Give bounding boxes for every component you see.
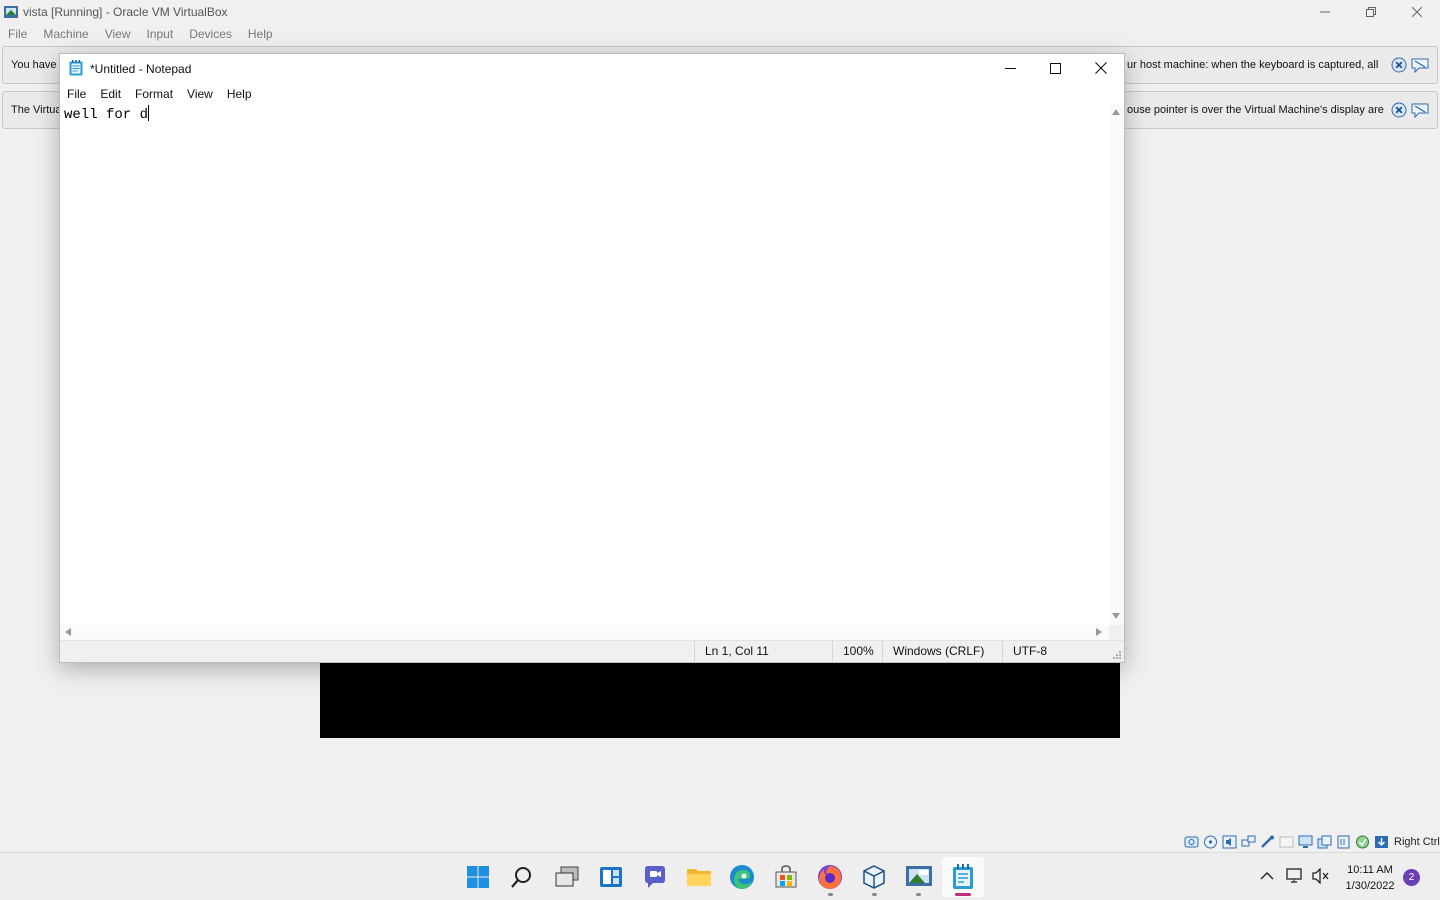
widgets-icon[interactable] <box>597 863 625 891</box>
notice-dont-show-icon[interactable] <box>1411 57 1429 73</box>
scroll-left-arrow-icon[interactable] <box>65 628 71 636</box>
notepad-menubar: File Edit Format View Help <box>60 84 259 104</box>
notepad-window-title: *Untitled - Notepad <box>90 62 192 76</box>
cpu-icon[interactable] <box>1336 835 1351 849</box>
volume-muted-icon[interactable] <box>1312 868 1330 884</box>
recording-icon[interactable] <box>1317 835 1332 849</box>
notepad-titlebar[interactable]: *Untitled - Notepad <box>60 54 1124 84</box>
restore-icon <box>1366 7 1376 17</box>
vbox-menu-file[interactable]: File <box>0 27 35 41</box>
display-icon[interactable] <box>1298 835 1313 849</box>
vbox-menu-view[interactable]: View <box>97 27 139 41</box>
running-indicator <box>828 893 833 896</box>
notepad-menu-help[interactable]: Help <box>220 87 259 101</box>
notice-dont-show-icon[interactable] <box>1411 102 1429 118</box>
keyboard-icon[interactable] <box>1374 835 1389 849</box>
clock-time: 10:11 AM <box>1347 864 1393 876</box>
running-indicator <box>916 893 921 896</box>
minimize-icon <box>1320 11 1330 13</box>
file-explorer-icon[interactable] <box>685 863 713 891</box>
notepad-text-content: well for d <box>64 107 149 123</box>
notice-close-icon[interactable] <box>1391 102 1407 118</box>
shared-folder-icon[interactable] <box>1279 835 1294 849</box>
scroll-right-arrow-icon[interactable] <box>1096 628 1102 636</box>
close-icon <box>1095 62 1107 74</box>
resize-grip-icon[interactable] <box>1112 650 1122 660</box>
vbox-restore-button[interactable] <box>1348 0 1394 24</box>
notice-text-right: ur host machine: when the keyboard is ca… <box>1127 59 1379 71</box>
notepad-maximize-button[interactable] <box>1032 54 1078 82</box>
status-line-ending: Windows (CRLF) <box>882 641 1004 662</box>
scroll-up-arrow-icon[interactable] <box>1112 109 1120 115</box>
close-icon <box>1412 7 1422 17</box>
vbox-app-icon <box>4 6 18 18</box>
notepad-menu-format[interactable]: Format <box>128 87 180 101</box>
notepad-minimize-button[interactable] <box>987 54 1033 82</box>
notepad-statusbar: Ln 1, Col 11 100% Windows (CRLF) UTF-8 <box>60 640 1124 662</box>
notepad-menu-edit[interactable]: Edit <box>93 87 128 101</box>
search-icon[interactable] <box>508 863 536 891</box>
vbox-statusbar: Right Ctrl <box>1184 834 1440 850</box>
optical-drive-icon[interactable] <box>1203 835 1218 849</box>
maximize-icon <box>1049 62 1061 74</box>
notepad-icon <box>69 60 83 76</box>
active-indicator <box>955 893 971 896</box>
virtualbox-icon[interactable] <box>860 863 888 891</box>
notice-close-icon[interactable] <box>1391 57 1407 73</box>
host-key-label[interactable]: Right Ctrl <box>1394 836 1440 848</box>
usb-icon[interactable] <box>1260 835 1275 849</box>
taskbar: 10:11 AM 1/30/2022 2 <box>0 852 1440 900</box>
notice-text-left: You have t <box>11 59 63 71</box>
edge-icon[interactable] <box>728 863 756 891</box>
vista-vm-icon[interactable] <box>905 863 933 891</box>
chevron-up-icon[interactable] <box>1260 871 1274 881</box>
vbox-window-title: vista [Running] - Oracle VM VirtualBox <box>23 5 228 19</box>
vertical-scrollbar[interactable] <box>1109 104 1124 625</box>
chat-icon[interactable] <box>641 863 669 891</box>
notification-badge[interactable]: 2 <box>1403 869 1420 886</box>
status-cursor-position: Ln 1, Col 11 <box>694 641 834 662</box>
vbox-titlebar: vista [Running] - Oracle VM VirtualBox <box>0 0 1440 24</box>
notepad-text-area[interactable]: well for d <box>60 104 1109 625</box>
text-caret <box>148 105 150 121</box>
notepad-window: *Untitled - Notepad File Edit Format Vie… <box>59 53 1125 663</box>
notepad-menu-file[interactable]: File <box>60 87 93 101</box>
vm-display-area[interactable] <box>320 662 1120 738</box>
network-status-icon[interactable] <box>1286 868 1304 884</box>
notice-text-left: The Virtua <box>11 104 62 116</box>
network-icon[interactable] <box>1241 835 1256 849</box>
hard-disk-icon[interactable] <box>1184 835 1199 849</box>
notepad-icon[interactable] <box>949 863 977 891</box>
scroll-down-arrow-icon[interactable] <box>1112 613 1120 619</box>
store-icon[interactable] <box>772 863 800 891</box>
mouse-integration-icon[interactable] <box>1355 835 1370 849</box>
vbox-minimize-button[interactable] <box>1302 0 1348 24</box>
running-indicator <box>872 893 877 896</box>
system-clock[interactable]: 10:11 AM 1/30/2022 <box>1338 862 1402 894</box>
vbox-menu-help[interactable]: Help <box>240 27 281 41</box>
vbox-close-button[interactable] <box>1394 0 1440 24</box>
horizontal-scrollbar[interactable] <box>60 625 1109 640</box>
notice-text-right: ouse pointer is over the Virtual Machine… <box>1127 104 1384 116</box>
vbox-menu-devices[interactable]: Devices <box>181 27 240 41</box>
start-icon[interactable] <box>464 863 492 891</box>
vbox-menubar: File Machine View Input Devices Help <box>0 24 281 44</box>
status-encoding: UTF-8 <box>1002 641 1122 662</box>
vbox-menu-input[interactable]: Input <box>139 27 182 41</box>
clock-date: 1/30/2022 <box>1345 880 1395 892</box>
notepad-close-button[interactable] <box>1078 54 1124 82</box>
task-view-icon[interactable] <box>553 863 581 891</box>
minimize-icon <box>1004 67 1016 69</box>
status-zoom: 100% <box>832 641 884 662</box>
notepad-menu-view[interactable]: View <box>180 87 220 101</box>
audio-icon[interactable] <box>1222 835 1237 849</box>
firefox-icon[interactable] <box>816 863 844 891</box>
vbox-menu-machine[interactable]: Machine <box>35 27 96 41</box>
scrollbar-corner <box>1109 625 1124 640</box>
